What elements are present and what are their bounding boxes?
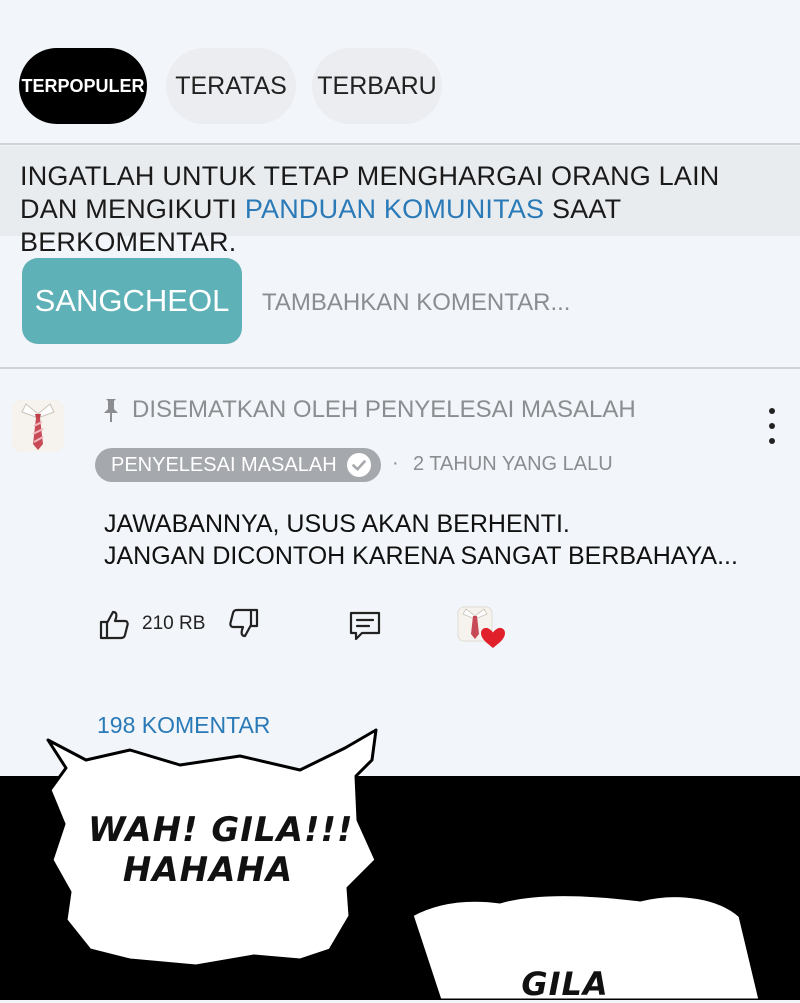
creator-heart-icon (457, 606, 505, 648)
add-comment-input[interactable] (262, 286, 762, 320)
thumbs-up-icon (99, 610, 129, 640)
meta-separator: · (392, 452, 399, 474)
community-guidelines-link[interactable]: PANDUAN KOMUNITAS (245, 194, 544, 224)
kebab-menu-icon[interactable] (762, 408, 782, 444)
divider (0, 367, 800, 369)
speech-bubble-text: WAH! GILA!!! HAHAHA (88, 810, 354, 890)
creator-heart (457, 606, 507, 650)
pin-icon (104, 399, 118, 422)
comment-timestamp: 2 TAHUN YANG LALU (413, 453, 613, 475)
author-badge[interactable]: PENYELESAI MASALAH (95, 448, 381, 482)
tab-terbaru[interactable]: TERBARU (312, 48, 442, 124)
comment-body: JAWABANNYA, USUS AKAN BERHENTI. JANGAN D… (104, 510, 738, 570)
thumbs-down-icon (229, 608, 259, 638)
avatar[interactable] (12, 400, 64, 452)
like-count: 210 RB (142, 613, 206, 634)
reply-button[interactable] (348, 610, 382, 642)
author-name: PENYELESAI MASALAH (111, 453, 337, 476)
tab-terpopuler[interactable]: TERPOPULER (19, 48, 147, 124)
divider (0, 143, 800, 145)
dislike-button[interactable] (228, 608, 260, 640)
reply-icon (349, 611, 381, 641)
speech-bubble-text-2: GILA (521, 965, 609, 1003)
like-button[interactable]: 210 RB (98, 608, 205, 640)
shirt-tie-avatar-icon (12, 400, 64, 452)
community-notice: INGATLAH UNTUK TETAP MENGHARGAI ORANG LA… (0, 146, 800, 257)
pinned-label: DISEMATKAN OLEH PENYELESAI MASALAH (100, 396, 636, 424)
current-user-chip[interactable]: SANGCHEOL (22, 258, 242, 344)
comment-count-link[interactable]: 198 KOMENTAR (97, 712, 270, 739)
pinned-text: DISEMATKAN OLEH PENYELESAI MASALAH (132, 396, 636, 423)
tab-teratas[interactable]: TERATAS (166, 48, 296, 124)
verified-check-icon (346, 453, 371, 477)
